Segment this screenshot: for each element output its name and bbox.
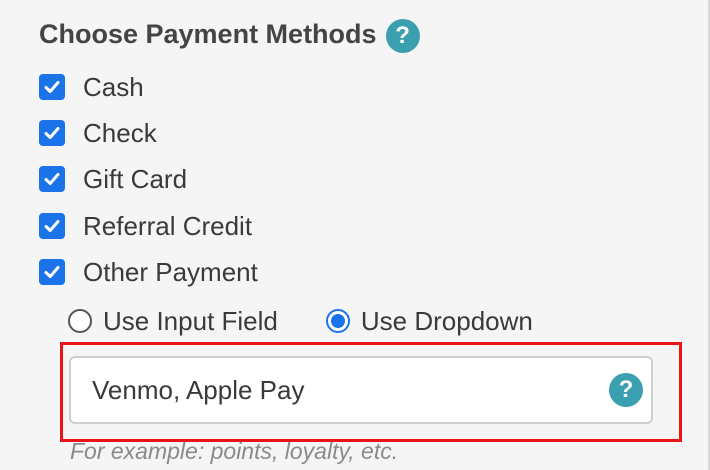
checkbox-referral-credit[interactable]: Referral Credit [39, 211, 252, 241]
checkbox-checked-icon[interactable] [39, 74, 65, 100]
checkbox-checked-icon[interactable] [39, 166, 65, 192]
radio-dot [330, 314, 345, 328]
checkbox-label: Other Payment [83, 257, 258, 287]
radio-use-input-field[interactable]: Use Input Field [68, 306, 278, 336]
other-payment-input[interactable]: Venmo, Apple Pay ? [69, 356, 653, 424]
checkbox-gift-card[interactable]: Gift Card [39, 164, 187, 194]
other-payment-mode-radio-group: Use Input Field Use Dropdown [68, 306, 581, 336]
checkbox-check[interactable]: Check [39, 118, 157, 148]
help-icon[interactable]: ? [609, 373, 643, 407]
checkbox-label: Check [83, 118, 157, 148]
radio-unselected-icon[interactable] [68, 309, 92, 333]
input-value[interactable]: Venmo, Apple Pay [92, 375, 609, 406]
checkbox-label: Cash [83, 72, 144, 102]
checkbox-label: Referral Credit [83, 211, 253, 241]
input-hint: For example: points, loyalty, etc. [70, 438, 399, 464]
radio-use-dropdown[interactable]: Use Dropdown [325, 306, 533, 336]
radio-label: Use Input Field [103, 306, 278, 336]
checkbox-other-payment[interactable]: Other Payment [39, 257, 258, 287]
section-heading: Choose Payment Methods ? [39, 15, 420, 53]
checkbox-cash[interactable]: Cash [39, 72, 144, 102]
checkbox-label: Gift Card [83, 164, 188, 194]
page-title: Choose Payment Methods [39, 19, 377, 49]
checkbox-checked-icon[interactable] [39, 120, 65, 146]
radio-selected-icon[interactable] [325, 309, 350, 333]
help-icon[interactable]: ? [385, 19, 420, 53]
radio-label: Use Dropdown [360, 306, 533, 336]
checkbox-checked-icon[interactable] [39, 259, 65, 285]
checkbox-checked-icon[interactable] [39, 213, 65, 239]
